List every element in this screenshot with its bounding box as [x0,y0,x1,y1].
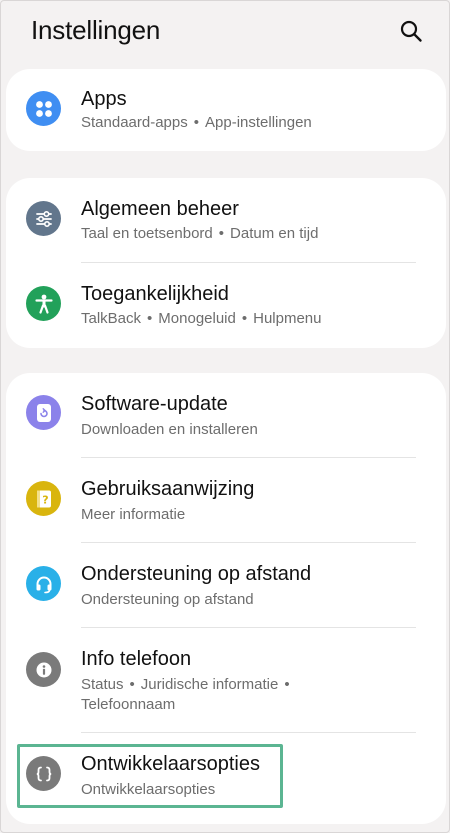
settings-item-title: Gebruiksaanwijzing [81,478,255,500]
settings-group-support: Software-update Downloaden en installere… [6,373,446,824]
settings-item-subtitle: Ontwikkelaarsopties [81,780,421,800]
subtitle-part: Monogeluid [158,310,236,327]
subtitle-part: Hulpmenu [253,310,322,327]
apps-grid-icon [26,91,61,126]
settings-item-developer-options[interactable]: Ontwikkelaarsopties Ontwikkelaarsopties [6,733,446,818]
subtitle-part: Ondersteuning op afstand [81,591,254,608]
settings-item-subtitle: Downloaden en installeren [81,420,421,440]
subtitle-part: Standaard-apps [81,114,188,131]
settings-item-software-update[interactable]: Software-update Downloaden en installere… [6,373,446,458]
settings-item-title: Info telefoon [81,648,192,670]
subtitle-part: Ontwikkelaarsopties [81,781,216,798]
info-icon [26,652,61,687]
settings-item-subtitle: Ondersteuning op afstand [81,590,421,610]
user-manual-icon: ? [26,481,61,516]
settings-item-user-manual[interactable]: ? Gebruiksaanwijzing Meer informatie [6,458,446,543]
subtitle-part: Meer informatie [81,506,186,523]
subtitle-part: Status [81,676,124,693]
settings-item-subtitle: Meer informatie [81,505,421,525]
accessibility-person-icon [26,286,61,321]
subtitle-part: Downloaden en installeren [81,421,258,438]
settings-item-title: Software-update [81,393,228,415]
software-update-icon [26,395,61,430]
settings-item-title: Ondersteuning op afstand [81,563,312,585]
svg-text:?: ? [42,493,48,506]
settings-item-subtitle: TalkBack • Monogeluid • Hulpmenu [81,310,322,327]
subtitle-part: App-instellingen [205,114,312,131]
subtitle-part: Telefoonnaam [81,696,176,713]
headset-icon [26,566,61,601]
settings-item-title: Algemeen beheer [81,198,239,220]
sliders-icon [26,201,61,236]
subtitle-part: Datum en tijd [230,225,319,242]
subtitle-part: Juridische informatie [140,676,279,693]
settings-item-subtitle: Standaard-apps • App-instellingen [81,114,312,131]
subtitle-part: TalkBack [81,310,142,327]
settings-group-general: Algemeen beheer Taal en toetsenbord • Datu… [6,178,446,348]
developer-braces-icon [26,756,61,791]
page-title: Instellingen [31,15,161,45]
settings-item-title: Toegankelijkheid [81,283,229,305]
settings-item-title: Apps [81,88,127,110]
settings-item-subtitle: Status • Juridische informatie • Telefoonnaa… [81,676,290,713]
settings-item-accessibility[interactable]: Toegankelijkheid TalkBack • Monogeluid • Hul… [6,263,446,348]
settings-item-remote-support[interactable]: Ondersteuning op afstand Ondersteuning o… [6,543,446,628]
subtitle-part: Taal en toetsenbord [81,225,213,242]
settings-group-apps: Apps Standaard-apps • App-instellingen [6,69,446,151]
settings-item-about-phone[interactable]: Info telefoon Status • Juridische informat… [6,628,446,733]
settings-item-title: Ontwikkelaarsopties [81,753,260,775]
settings-item-general-management[interactable]: Algemeen beheer Taal en toetsenbord • Datu… [6,178,446,263]
search-button[interactable] [395,15,427,47]
settings-item-apps[interactable]: Apps Standaard-apps • App-instellingen [6,69,446,151]
search-icon [400,20,422,42]
settings-screen: Instellingen Apps Standaard-apps • App-ins… [0,0,450,833]
top-app-bar: Instellingen [1,1,449,63]
settings-item-subtitle: Taal en toetsenbord • Datum en tijd [81,225,319,242]
